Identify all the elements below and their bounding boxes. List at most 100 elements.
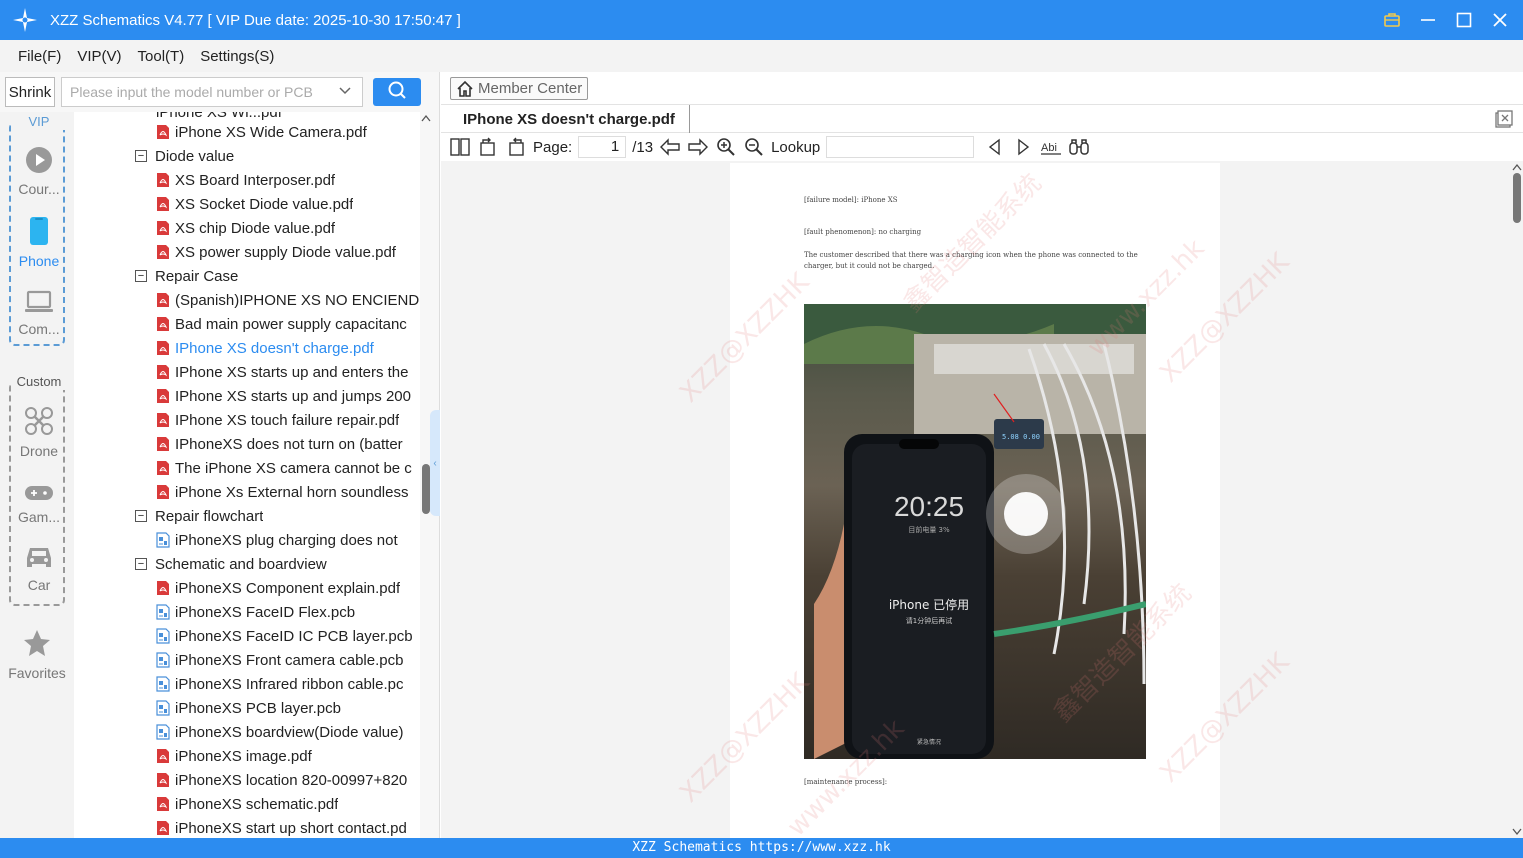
category-car[interactable]: Car xyxy=(11,544,67,593)
category-drone[interactable]: Drone xyxy=(11,406,67,459)
tree-file[interactable]: iPhoneXS PCB layer.pcb xyxy=(156,696,341,720)
tree-item-label: iPhoneXS Infrared ribbon cable.pc xyxy=(175,675,404,693)
tree-item-label: XS Board Interposer.pdf xyxy=(175,171,336,189)
pdf-file-icon xyxy=(157,125,169,139)
rotate-right-icon[interactable] xyxy=(505,136,527,158)
pdf-file-icon xyxy=(157,293,169,307)
pcb-file-icon xyxy=(156,652,170,668)
tree-file[interactable]: The iPhone XS camera cannot be c xyxy=(156,456,412,480)
tree-file[interactable]: iPhoneXS FaceID IC PCB layer.pcb xyxy=(156,624,413,648)
menu-tool[interactable]: Tool(T) xyxy=(130,48,193,65)
tree-file[interactable]: iPhoneXS location 820-00997+820 xyxy=(156,768,407,792)
watermark-xzz: XZZ@XZZHK xyxy=(674,667,816,809)
tree-item-label: iPhoneXS location 820-00997+820 xyxy=(175,771,408,789)
zoom-in-icon[interactable] xyxy=(715,136,737,158)
match-case-icon[interactable]: Abi xyxy=(1040,136,1062,158)
photo-sub: 目前电量 3% xyxy=(908,525,950,534)
tree-file[interactable]: iPhoneXS schematic.pdf xyxy=(156,792,338,816)
menu-settings[interactable]: Settings(S) xyxy=(192,48,282,65)
tree-file[interactable]: Bad main power supply capacitanc xyxy=(156,312,407,336)
tree-file[interactable]: (Spanish)IPHONE XS NO ENCIEND xyxy=(156,288,419,312)
tree-file[interactable]: iPhoneXS start up short contact.pd xyxy=(156,816,407,838)
menu-file[interactable]: File(F) xyxy=(10,48,69,65)
tree-file[interactable]: IPhone XS starts up and jumps 200 xyxy=(156,384,411,408)
collapse-toggle-icon[interactable]: − xyxy=(135,510,147,522)
next-page-icon[interactable] xyxy=(687,136,709,158)
tree-folder[interactable]: − Repair Case xyxy=(135,264,238,288)
tree-file[interactable]: XS chip Diode value.pdf xyxy=(156,216,335,240)
tree-file[interactable]: IPhone XS starts up and enters the xyxy=(156,360,408,384)
find-binoculars-icon[interactable] xyxy=(1068,136,1090,158)
category-favorites[interactable]: Favorites xyxy=(0,628,74,681)
search-icon xyxy=(387,80,407,104)
prev-page-icon[interactable] xyxy=(659,136,681,158)
custom-group: Custom Drone Gam... Car xyxy=(9,374,67,606)
tree-file[interactable]: iPhone Xs External horn soundless xyxy=(156,480,408,504)
member-center-label: Member Center xyxy=(478,80,583,97)
document-tab[interactable]: IPhone XS doesn't charge.pdf xyxy=(449,105,690,133)
meter-reading: 5.08 0.00 xyxy=(1002,433,1040,441)
lookup-input[interactable] xyxy=(826,136,975,158)
zoom-out-icon[interactable] xyxy=(743,136,765,158)
tree-file[interactable]: iPhoneXS FaceID Flex.pcb xyxy=(156,600,355,624)
vip-icon[interactable] xyxy=(1381,9,1403,31)
category-game[interactable]: Gam... xyxy=(11,484,67,525)
pdf-file-icon xyxy=(157,221,169,235)
title-bar: XZZ Schematics V4.77 [ VIP Due date: 202… xyxy=(0,0,1523,40)
collapse-toggle-icon[interactable]: − xyxy=(135,150,147,162)
category-phone[interactable]: Phone xyxy=(11,216,67,269)
collapse-panel-tab[interactable]: ‹ xyxy=(430,410,440,516)
tree-file[interactable]: XS Board Interposer.pdf xyxy=(156,168,335,192)
tree-file[interactable]: XS power supply Diode value.pdf xyxy=(156,240,396,264)
close-tab-icon[interactable] xyxy=(1495,110,1513,128)
tree-file[interactable]: IPhone XS touch failure repair.pdf xyxy=(156,408,399,432)
tree-file[interactable]: IPhoneXS does not turn on (batter xyxy=(156,432,403,456)
vip-group: VIP Cour... Phone Com... xyxy=(9,114,67,346)
category-sidebar: VIP Cour... Phone Com... Custom Drone Ga… xyxy=(0,112,74,838)
doc-line-failure-model: [failure model]: iPhone XS xyxy=(804,196,898,204)
two-page-icon[interactable] xyxy=(449,136,471,158)
member-center-button[interactable]: Member Center xyxy=(450,77,589,100)
tree-item-label: Repair Case xyxy=(155,267,239,285)
tree-file[interactable]: iPhoneXS Front camera cable.pcb xyxy=(156,648,403,672)
close-icon[interactable] xyxy=(1489,9,1511,31)
minimize-icon[interactable] xyxy=(1417,9,1439,31)
rotate-left-icon[interactable] xyxy=(477,136,499,158)
model-search-input[interactable]: Please input the model number or PCB xyxy=(61,77,363,107)
tree-file[interactable]: iPhoneXS Component explain.pdf xyxy=(156,576,400,600)
tree-folder[interactable]: − Diode value xyxy=(135,144,234,168)
document-viewer[interactable]: [failure model]: iPhone XS [fault phenom… xyxy=(441,161,1511,838)
tree-item-label: iPhone XS Wide Camera.pdf xyxy=(175,123,367,141)
chevron-down-icon[interactable] xyxy=(338,83,352,100)
menu-vip[interactable]: VIP(V) xyxy=(69,48,129,65)
tree-file[interactable]: iPhoneXS boardview(Diode value) xyxy=(156,720,403,744)
tree-folder[interactable]: − Schematic and boardview xyxy=(135,552,327,576)
search-prev-icon[interactable] xyxy=(984,136,1006,158)
app-logo-icon xyxy=(0,7,50,33)
pcb-file-icon xyxy=(156,532,170,548)
tree-folder[interactable]: − Repair flowchart xyxy=(135,504,263,528)
tree-file[interactable]: iPhone XS Wide Camera.pdf xyxy=(156,120,367,144)
collapse-toggle-icon[interactable]: − xyxy=(135,270,147,282)
collapse-toggle-icon[interactable]: − xyxy=(135,558,147,570)
category-computer[interactable]: Com... xyxy=(11,290,67,337)
tree-item-label: iPhoneXS plug charging does not xyxy=(175,531,398,549)
search-next-icon[interactable] xyxy=(1012,136,1034,158)
search-button[interactable] xyxy=(373,78,421,106)
tree-item-label: iPhoneXS schematic.pdf xyxy=(175,795,339,813)
tree-file[interactable]: iPhoneXS Infrared ribbon cable.pc xyxy=(156,672,403,696)
tree-file-selected[interactable]: IPhone XS doesn't charge.pdf xyxy=(156,336,374,360)
viewer-scrollbar[interactable] xyxy=(1511,161,1523,838)
shrink-button[interactable]: Shrink xyxy=(5,77,55,107)
tree-item-cut[interactable]: iPhone XS Wi...pdf xyxy=(156,112,282,120)
pdf-file-icon xyxy=(157,797,169,811)
watermark-xzz: XZZ@XZZHK xyxy=(1154,647,1296,789)
tree-file[interactable]: iPhoneXS image.pdf xyxy=(156,744,312,768)
tree-file[interactable]: iPhoneXS plug charging does not xyxy=(156,528,398,552)
page-number-input[interactable]: 1 xyxy=(578,136,627,158)
document-tab-title: IPhone XS doesn't charge.pdf xyxy=(463,110,675,128)
phone-icon xyxy=(11,216,67,249)
maximize-icon[interactable] xyxy=(1453,9,1475,31)
category-course[interactable]: Cour... xyxy=(11,146,67,197)
tree-file[interactable]: XS Socket Diode value.pdf xyxy=(156,192,353,216)
